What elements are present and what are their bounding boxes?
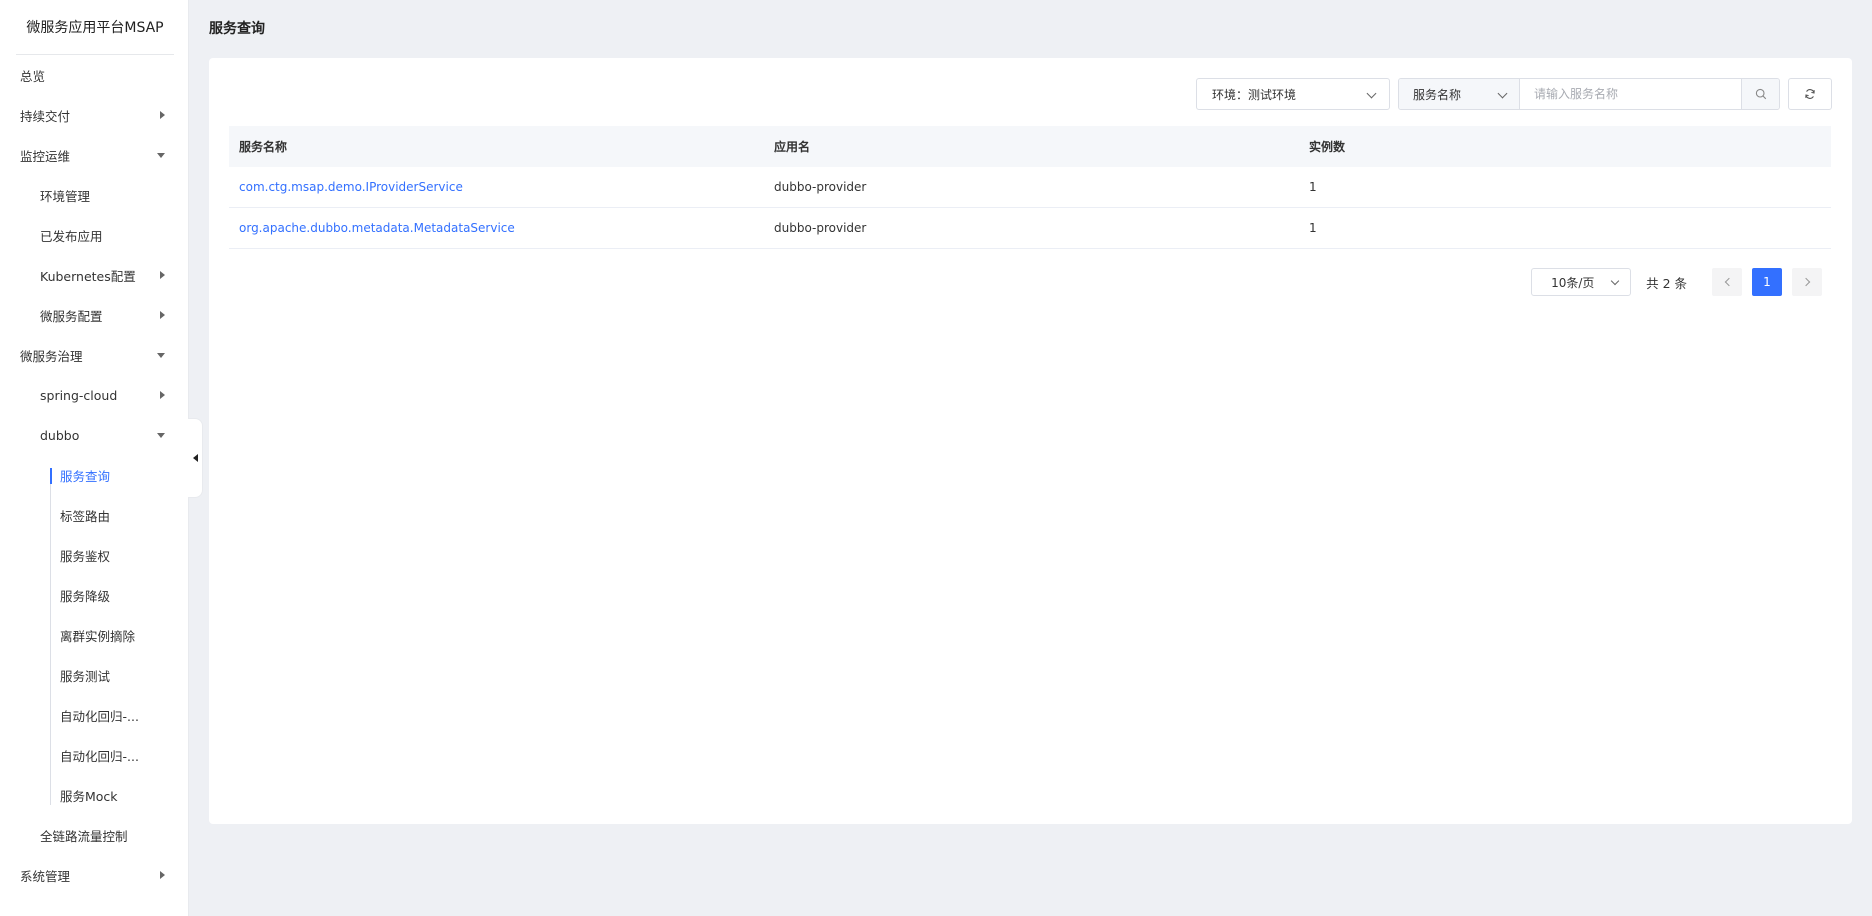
sidebar-item-label: 服务鉴权 [60, 548, 111, 564]
sidebar-item-label: 服务查询 [60, 468, 111, 484]
sidebar-item-label: 系统管理 [20, 868, 71, 884]
prev-page-button[interactable] [1712, 268, 1742, 296]
table-row: com.ctg.msap.demo.IProviderService dubbo… [229, 167, 1831, 208]
sidebar-nav: 总览 持续交付 监控运维 环境管理 已发布应用 Kubernetes配置 微服务… [0, 55, 188, 895]
sidebar-item-label: dubbo [40, 427, 80, 443]
sidebar-item-label: 服务测试 [60, 668, 111, 684]
sidebar-collapse-button[interactable] [188, 418, 203, 498]
chevron-right-icon [1801, 277, 1810, 287]
table-cell: dubbo-provider [774, 221, 867, 235]
caret-down-icon [157, 353, 165, 358]
service-name-link[interactable]: com.ctg.msap.demo.IProviderService [239, 180, 463, 194]
sidebar-item-label: 总览 [20, 68, 46, 84]
total-count: 共 2 条 [1646, 275, 1687, 291]
sidebar-item-service-auth[interactable]: 服务鉴权 [0, 535, 188, 575]
caret-down-icon [157, 433, 165, 438]
sidebar-item-traffic-control[interactable]: 全链路流量控制 [0, 815, 188, 855]
caret-right-icon [160, 871, 165, 879]
sidebar-item-overview[interactable]: 总览 [0, 55, 188, 95]
submenu-rail [50, 468, 51, 805]
sidebar-item-env-management[interactable]: 环境管理 [0, 175, 188, 215]
caret-right-icon [160, 391, 165, 399]
sidebar-item-system-management[interactable]: 系统管理 [0, 855, 188, 895]
active-indicator [50, 468, 52, 484]
sidebar-item-label: Kubernetes配置 [40, 268, 136, 284]
column-header: 实例数 [1309, 140, 1346, 154]
search-type-select[interactable]: 服务名称 [1399, 79, 1520, 109]
sidebar-item-service-test[interactable]: 服务测试 [0, 655, 188, 695]
page-title: 服务查询 [209, 21, 265, 37]
column-header: 应用名 [774, 140, 811, 154]
search-type-value: 服务名称 [1413, 87, 1462, 102]
sidebar-item-label: 监控运维 [20, 148, 71, 164]
sidebar-item-auto-regression-1[interactable]: 自动化回归-... [0, 695, 188, 735]
sidebar-item-label: 自动化回归-... [60, 708, 139, 724]
sidebar-item-continuous-delivery[interactable]: 持续交付 [0, 95, 188, 135]
sidebar-item-microservice-config[interactable]: 微服务配置 [0, 295, 188, 335]
sidebar-item-label: 服务Mock [60, 788, 118, 804]
content-card: 环境：测试环境 服务名称 服务名称 应用名 实例数 com.ctg.msap.d… [209, 58, 1852, 824]
sidebar-item-label: 标签路由 [60, 508, 111, 524]
chevron-down-icon [1366, 88, 1377, 99]
sidebar-item-service-degrade[interactable]: 服务降级 [0, 575, 188, 615]
table-cell: 1 [1309, 221, 1317, 235]
search-group: 服务名称 [1398, 78, 1780, 110]
table-cell: dubbo-provider [774, 180, 867, 194]
sidebar-item-dubbo[interactable]: dubbo [0, 415, 188, 455]
sidebar-item-label: 离群实例摘除 [60, 628, 136, 644]
toolbar: 环境：测试环境 服务名称 [1196, 78, 1832, 110]
sidebar-item-service-query[interactable]: 服务查询 [0, 455, 188, 495]
page-number-button[interactable]: 1 [1752, 268, 1782, 296]
page-size-value: 10条/页 [1551, 275, 1595, 290]
table-cell: 1 [1309, 180, 1317, 194]
chevron-left-icon [1724, 277, 1733, 287]
pagination: 10条/页 共 2 条 1 [1531, 268, 1822, 296]
sidebar-item-label: 已发布应用 [40, 228, 103, 244]
service-table: 服务名称 应用名 实例数 com.ctg.msap.demo.IProvider… [229, 126, 1831, 249]
sidebar-item-label: 微服务配置 [40, 308, 103, 324]
caret-right-icon [160, 111, 165, 119]
table-row: org.apache.dubbo.metadata.MetadataServic… [229, 208, 1831, 249]
refresh-button[interactable] [1788, 78, 1832, 110]
sidebar-item-label: 服务降级 [60, 588, 111, 604]
service-name-link[interactable]: org.apache.dubbo.metadata.MetadataServic… [239, 221, 515, 235]
environment-select[interactable]: 环境：测试环境 [1196, 78, 1390, 110]
caret-down-icon [157, 153, 165, 158]
sidebar-item-published-apps[interactable]: 已发布应用 [0, 215, 188, 255]
sidebar-item-outlier-removal[interactable]: 离群实例摘除 [0, 615, 188, 655]
column-header: 服务名称 [239, 140, 288, 154]
sidebar-item-label: 微服务治理 [20, 348, 83, 364]
sidebar-item-auto-regression-2[interactable]: 自动化回归-... [0, 735, 188, 775]
sidebar-item-label: 环境管理 [40, 188, 91, 204]
caret-right-icon [160, 311, 165, 319]
refresh-icon [1805, 89, 1815, 99]
next-page-button[interactable] [1792, 268, 1822, 296]
sidebar-item-monitoring-ops[interactable]: 监控运维 [0, 135, 188, 175]
search-button[interactable] [1741, 79, 1779, 109]
search-input[interactable] [1520, 79, 1741, 109]
sidebar-item-label: 全链路流量控制 [40, 828, 128, 844]
sidebar-item-spring-cloud[interactable]: spring-cloud [0, 375, 188, 415]
sidebar-item-tag-routing[interactable]: 标签路由 [0, 495, 188, 535]
sidebar-item-kubernetes-config[interactable]: Kubernetes配置 [0, 255, 188, 295]
sidebar-item-microservice-governance[interactable]: 微服务治理 [0, 335, 188, 375]
sidebar: 微服务应用平台MSAP 总览 持续交付 监控运维 环境管理 已发布应用 Kube… [0, 0, 189, 916]
caret-right-icon [160, 271, 165, 279]
sidebar-item-label: 自动化回归-... [60, 748, 139, 764]
sidebar-item-label: 持续交付 [20, 108, 71, 124]
search-icon [1755, 88, 1766, 100]
table-header: 服务名称 应用名 实例数 [229, 126, 1831, 167]
sidebar-item-service-mock[interactable]: 服务Mock [0, 775, 188, 815]
chevron-down-icon [1610, 276, 1620, 286]
caret-left-icon [192, 454, 198, 462]
page-size-select[interactable]: 10条/页 [1531, 268, 1632, 296]
environment-select-value: 环境：测试环境 [1212, 87, 1297, 102]
chevron-down-icon [1497, 88, 1508, 99]
brand-title: 微服务应用平台MSAP [16, 0, 174, 55]
sidebar-item-label: spring-cloud [40, 387, 118, 403]
